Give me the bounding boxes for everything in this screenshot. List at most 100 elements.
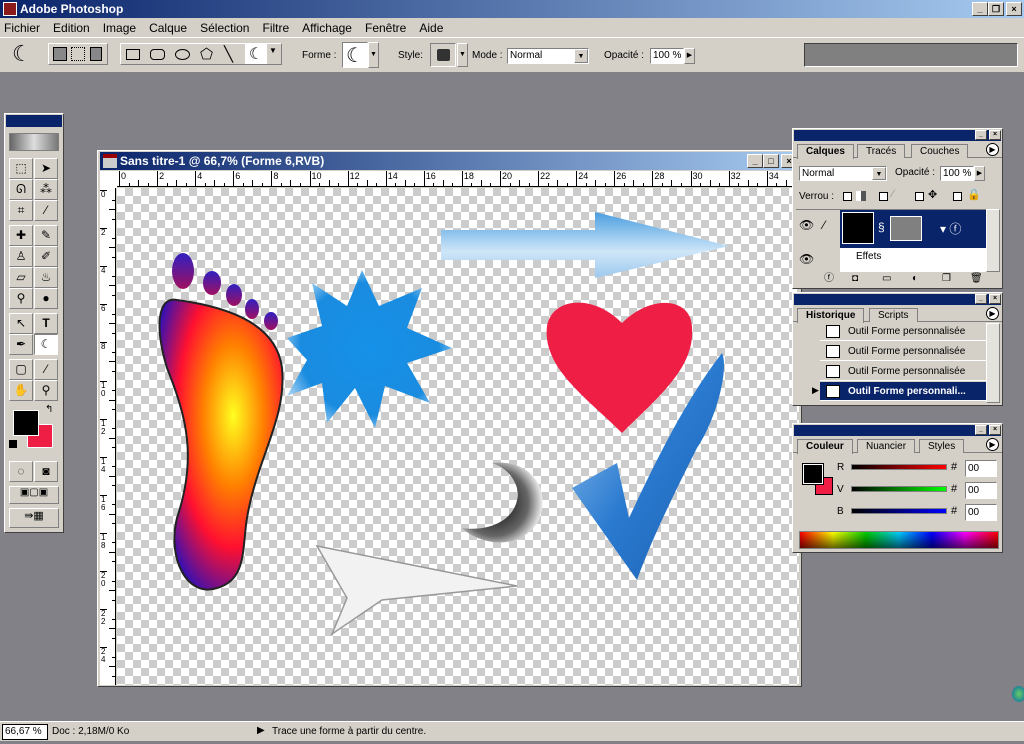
custom-shape-icon[interactable]: ☾ xyxy=(245,44,267,64)
marquee-tool[interactable]: ⬚ xyxy=(9,158,33,179)
tool-preset-moon-icon[interactable]: ☾ xyxy=(12,42,32,66)
eyedropper-tool[interactable]: ⁄ xyxy=(34,200,58,221)
canvas[interactable] xyxy=(117,188,799,685)
menu-fichier[interactable]: Fichier xyxy=(4,21,40,35)
layer-style-button[interactable]: ⓕ xyxy=(824,272,834,286)
history-item[interactable]: Outil Forme personnalisée xyxy=(820,342,986,361)
screen-modes[interactable]: ▣▢▣ xyxy=(9,486,59,504)
jump-to-imageready[interactable]: ⇛▦ xyxy=(9,508,59,528)
style-picker[interactable] xyxy=(430,43,456,67)
paint-bucket-tool[interactable]: ♨ xyxy=(34,267,58,288)
history-item[interactable]: Outil Forme personnalisée xyxy=(820,323,986,341)
history-item[interactable]: Outil Forme personnalisée xyxy=(820,362,986,381)
tab-traces[interactable]: Tracés xyxy=(857,144,906,158)
restore-button[interactable]: ❐ xyxy=(988,2,1004,16)
panel-close-button[interactable]: × xyxy=(989,294,1001,304)
zoom-tool[interactable]: ⚲ xyxy=(34,380,58,401)
blue-slider[interactable] xyxy=(851,508,947,514)
shape-picker[interactable]: ☾ xyxy=(342,42,368,68)
ellipse-icon[interactable] xyxy=(175,49,190,60)
minimize-button[interactable]: _ xyxy=(972,2,988,16)
delete-layer-icon[interactable]: 🗑 xyxy=(970,272,983,286)
line-icon[interactable]: ╲ xyxy=(224,45,233,63)
tab-nuancier[interactable]: Nuancier xyxy=(857,439,916,453)
tab-calques[interactable]: Calques xyxy=(797,144,854,159)
menu-calque[interactable]: Calque xyxy=(149,21,187,35)
polygon-icon[interactable]: ⬠ xyxy=(200,45,213,63)
channel-b-field[interactable]: 00 xyxy=(965,504,997,521)
quick-mask-button[interactable]: ◙ xyxy=(34,461,58,482)
brush-tool[interactable]: ✎ xyxy=(34,225,58,246)
menu-aide[interactable]: Aide xyxy=(419,21,443,35)
adjustment-layer-button[interactable]: ◐ xyxy=(912,272,918,286)
doc-minimize-button[interactable]: _ xyxy=(747,154,763,168)
rectangle-icon[interactable] xyxy=(126,49,140,60)
style-picker-dropdown[interactable]: ▼ xyxy=(457,43,468,67)
channel-v-field[interactable]: 00 xyxy=(965,482,997,499)
opacity-field[interactable]: 100 % xyxy=(650,48,684,64)
lasso-tool[interactable]: ᘏ xyxy=(9,179,33,200)
paths-icon[interactable] xyxy=(71,47,85,61)
rounded-rectangle-icon[interactable] xyxy=(150,49,165,60)
menu-edition[interactable]: Edition xyxy=(53,21,90,35)
standard-mode-button[interactable]: ◌ xyxy=(9,461,33,482)
green-slider[interactable] xyxy=(851,486,947,492)
eyedropper-sample-tool[interactable]: ⁄ xyxy=(34,359,58,380)
layers-scrollbar[interactable] xyxy=(986,209,1000,272)
healing-tool[interactable]: ✚ xyxy=(9,225,33,246)
move-tool[interactable]: ➤ xyxy=(34,158,58,179)
panel-close-button[interactable]: × xyxy=(989,130,1001,140)
eraser-tool[interactable]: ▱ xyxy=(9,267,33,288)
panel-menu-button[interactable]: ▶ xyxy=(986,143,999,156)
new-set-button[interactable]: ▭ xyxy=(882,272,891,286)
opacity-slider-button[interactable]: ▶ xyxy=(684,48,695,64)
doc-maximize-button[interactable]: □ xyxy=(763,154,779,168)
red-slider[interactable] xyxy=(851,464,947,470)
path-selection-tool[interactable]: ↖ xyxy=(9,313,33,334)
fill-pixels-icon[interactable] xyxy=(90,47,102,61)
stamp-tool[interactable]: ♙ xyxy=(9,246,33,267)
chevron-down-icon[interactable]: ▼ xyxy=(269,46,277,55)
tab-couches[interactable]: Couches xyxy=(911,144,969,158)
lock-image-checkbox[interactable] xyxy=(879,192,888,201)
dodge-tool[interactable]: ⚲ xyxy=(9,288,33,309)
menu-filtre[interactable]: Filtre xyxy=(262,21,289,35)
mode-select[interactable]: Normal ▼ xyxy=(507,48,589,64)
history-item-selected[interactable]: Outil Forme personnali... xyxy=(820,382,986,401)
visibility-eye-icon[interactable]: 👁 xyxy=(799,252,814,266)
panel-minimize-button[interactable]: _ xyxy=(975,425,987,435)
lock-transparency-checkbox[interactable] xyxy=(843,192,852,201)
panel-menu-button[interactable]: ▶ xyxy=(986,438,999,451)
ruler-origin[interactable] xyxy=(100,171,117,188)
shape-layer-icon[interactable] xyxy=(53,47,67,61)
history-brush-tool[interactable]: ✐ xyxy=(34,246,58,267)
default-colors-icon[interactable] xyxy=(9,440,17,448)
swap-colors-icon[interactable]: ↰ xyxy=(45,404,53,415)
adobe-eye-logo[interactable] xyxy=(9,133,59,151)
pen-tool[interactable]: ✒ xyxy=(9,334,33,355)
tab-historique[interactable]: Historique xyxy=(797,308,865,323)
status-menu-arrow-icon[interactable]: ▶ xyxy=(257,725,265,736)
layer-row-selected[interactable]: § ▾ ⓕ xyxy=(840,210,986,248)
foreground-color-swatch[interactable] xyxy=(13,410,39,436)
panel-minimize-button[interactable]: _ xyxy=(975,294,987,304)
menu-fenetre[interactable]: Fenêtre xyxy=(365,21,406,35)
channel-r-field[interactable]: 00 xyxy=(965,460,997,477)
crop-tool[interactable]: ⌗ xyxy=(9,200,33,221)
magic-wand-tool[interactable]: ⁂ xyxy=(34,179,58,200)
lock-all-checkbox[interactable] xyxy=(953,192,962,201)
notes-tool[interactable]: ▢ xyxy=(9,359,33,380)
lock-position-checkbox[interactable] xyxy=(915,192,924,201)
tab-scripts[interactable]: Scripts xyxy=(869,308,918,322)
zoom-field[interactable]: 66,67 % xyxy=(2,724,48,740)
visibility-eye-icon[interactable]: 👁 xyxy=(799,218,814,232)
hand-tool[interactable]: ✋ xyxy=(9,380,33,401)
history-scrollbar[interactable] xyxy=(986,323,1000,403)
layer-opacity-field[interactable]: 100 % xyxy=(940,166,974,181)
panel-minimize-button[interactable]: _ xyxy=(975,130,987,140)
shape-picker-dropdown[interactable]: ▼ xyxy=(368,42,379,68)
layer-opacity-slider[interactable]: ▶ xyxy=(974,166,985,181)
panel-close-button[interactable]: × xyxy=(989,425,1001,435)
color-ramp[interactable] xyxy=(799,531,999,549)
tab-styles[interactable]: Styles xyxy=(919,439,965,453)
